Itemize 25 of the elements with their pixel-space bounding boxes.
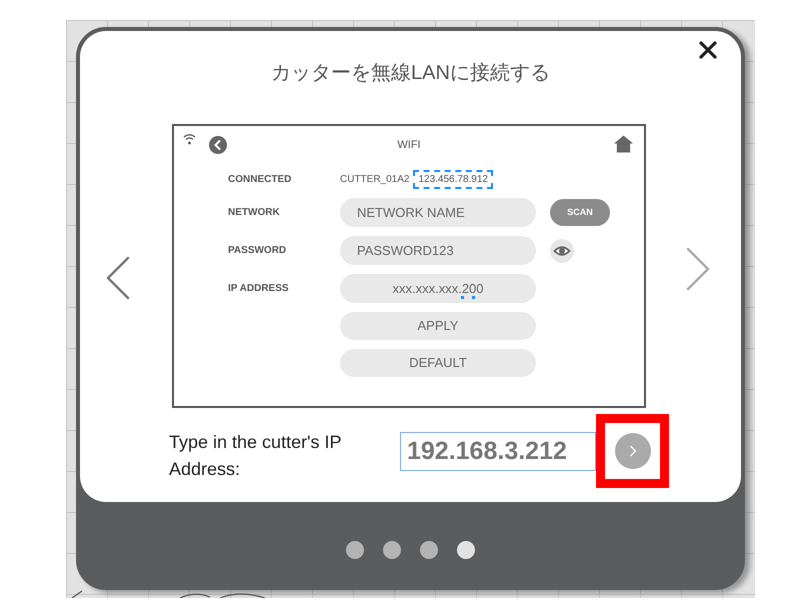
dialog-title: カッターを無線LANに接続する [271, 61, 550, 86]
chevron-left-icon[interactable] [106, 256, 130, 300]
ip-address-text: 123.456.78.912 [413, 170, 493, 188]
chevron-right-icon[interactable] [686, 247, 710, 291]
close-icon[interactable] [699, 41, 717, 59]
prompt-label: Type in the cutter's IP Address: [169, 431, 342, 481]
chevron-right-icon [628, 445, 636, 457]
wifi-icon [183, 133, 196, 145]
field-label: IP ADDRESS [228, 282, 290, 296]
screen-button[interactable]: DEFAULT [340, 349, 536, 377]
next-button[interactable] [614, 433, 650, 469]
ip-address-input[interactable]: 192.168.3.212 [400, 432, 596, 470]
field-label: CONNECTED [228, 172, 292, 186]
text-field[interactable]: NETWORK NAME [340, 198, 536, 227]
field-label: PASSWORD [228, 244, 288, 258]
scan-button[interactable]: SCAN [550, 199, 610, 226]
eye-icon[interactable] [550, 238, 574, 262]
back-icon[interactable] [209, 136, 227, 154]
screen-title: WIFI [397, 138, 421, 153]
network-name-text: CUTTER_01A2 [340, 172, 410, 186]
text-field[interactable]: xxx.xxx.xxx.200 [340, 274, 536, 303]
text-field[interactable]: PASSWORD123 [340, 236, 536, 265]
field-label: NETWORK [228, 206, 281, 220]
home-icon[interactable] [614, 135, 633, 153]
screen-button[interactable]: APPLY [340, 312, 536, 340]
